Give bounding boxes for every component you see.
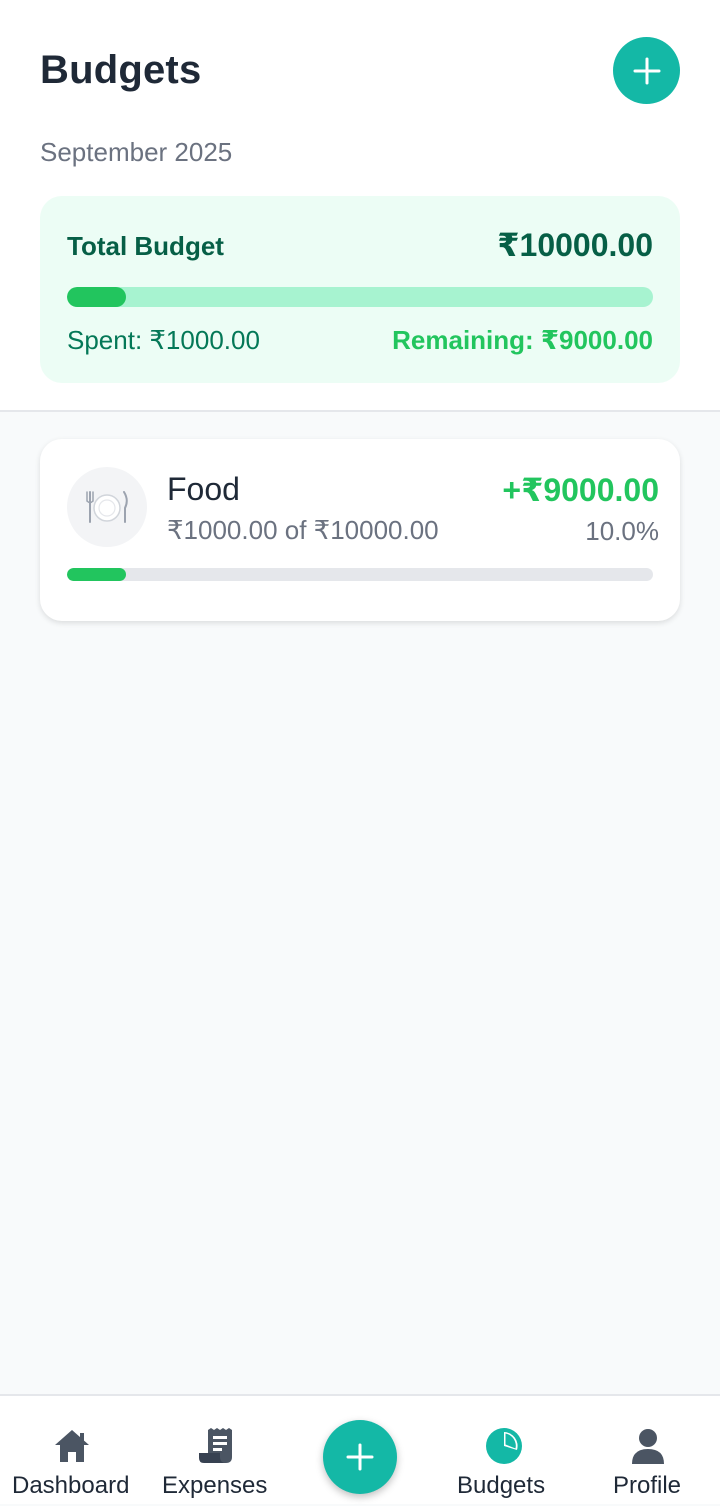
budget-progress-fill [67, 568, 126, 581]
fork-knife-plate-icon [67, 467, 147, 547]
receipt-icon [194, 1424, 238, 1468]
total-budget-progress-fill [67, 287, 126, 307]
total-budget-label: Total Budget [67, 231, 224, 261]
home-icon [50, 1424, 94, 1468]
nav-item-dashboard[interactable]: Dashboard [0, 1396, 144, 1506]
nav-label-profile: Profile [613, 1472, 682, 1499]
budget-spent-of-total: ₹1000.00 of ₹10000.00 [167, 515, 439, 545]
budget-percent-used: 10.0% [585, 516, 659, 546]
remaining-amount: Remaining: ₹9000.00 [392, 325, 653, 355]
nav-label-expenses: Expenses [162, 1472, 268, 1499]
add-expense-fab[interactable] [323, 1420, 397, 1494]
budget-remaining-amount: +₹9000.00 [502, 472, 659, 508]
plus-icon [633, 57, 660, 84]
pie-chart-icon [482, 1424, 526, 1468]
add-budget-button[interactable] [613, 37, 680, 104]
header: Budgets September 2025 Total Budget ₹100… [0, 0, 720, 412]
nav-label-dashboard: Dashboard [12, 1472, 130, 1499]
person-icon [626, 1424, 670, 1468]
plus-icon [346, 1443, 374, 1471]
nav-item-budgets[interactable]: Budgets [432, 1396, 576, 1506]
page-title: Budgets [40, 48, 202, 92]
total-budget-amount: ₹10000.00 [497, 227, 653, 263]
spent-amount: Spent: ₹1000.00 [67, 325, 260, 355]
nav-item-expenses[interactable]: Expenses [144, 1396, 288, 1506]
nav-label-budgets: Budgets [457, 1472, 546, 1499]
budget-category-name: Food [167, 471, 240, 507]
total-budget-progress-track [67, 287, 653, 307]
total-budget-card: Total Budget ₹10000.00 Spent: ₹1000.00 R… [40, 196, 680, 383]
month-label: September 2025 [40, 137, 233, 167]
budget-card-food[interactable]: Food ₹1000.00 of ₹10000.00 +₹9000.00 10.… [40, 439, 680, 621]
nav-item-profile[interactable]: Profile [576, 1396, 720, 1506]
budget-progress-track [67, 568, 653, 581]
